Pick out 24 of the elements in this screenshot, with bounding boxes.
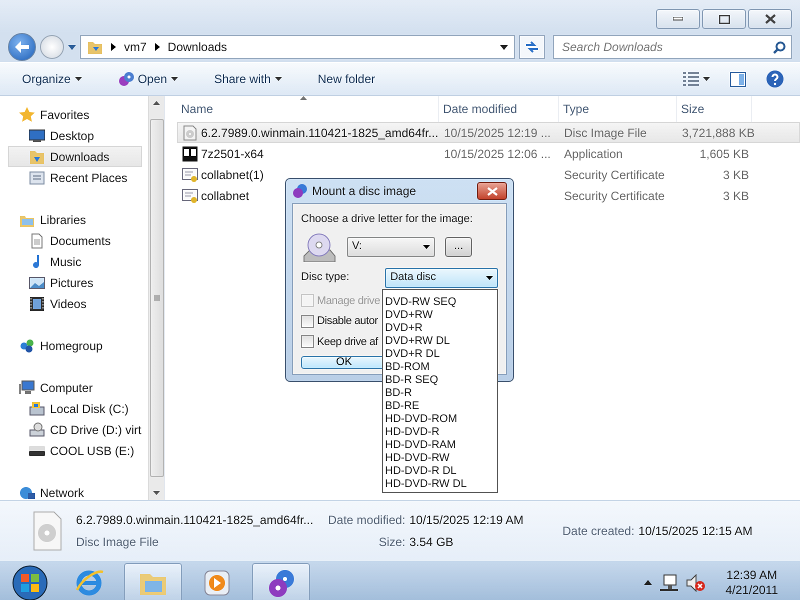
type-cell-text: Security Certificate (563, 188, 666, 204)
size-cell-text: 3,721,888 KB (681, 124, 753, 142)
file-type: Disc Image File (76, 534, 160, 550)
date-cell-text: 10/15/2025 12:06 ... (443, 146, 552, 162)
field-label: Date modified: (328, 512, 406, 528)
type-cell-text: Disc Image File (563, 124, 648, 142)
field-label: Date created: (562, 522, 634, 540)
size-cell-text: 3 KB (722, 166, 750, 184)
field-label: Size: (378, 534, 406, 550)
date-cell-text: 10/15/2025 12:19 ... (443, 124, 552, 142)
field-value: 3.54 GB (409, 534, 454, 550)
field-value: 10/15/2025 12:19 AM (409, 512, 524, 528)
field-value: 10/15/2025 12:15 AM (638, 522, 753, 540)
type-cell-text: Security Certificate (563, 166, 666, 184)
prompt-text: Choose a drive letter for the image: (301, 212, 474, 227)
file-name: 6.2.7989.0.winmain.110421-1825_amd64fr... (76, 512, 314, 528)
checkbox-label: Disable autor (317, 314, 378, 329)
field-label: Disc type: (301, 270, 350, 286)
size-cell-text: 1,605 KB (698, 146, 750, 162)
checkbox-label: Manage drive (317, 294, 380, 308)
size-cell-text: 3 KB (722, 188, 750, 204)
dialog-title: Mount a disc image (312, 183, 416, 200)
checkbox-label: Keep drive af (317, 334, 378, 350)
type-cell-text: Application (563, 146, 624, 162)
